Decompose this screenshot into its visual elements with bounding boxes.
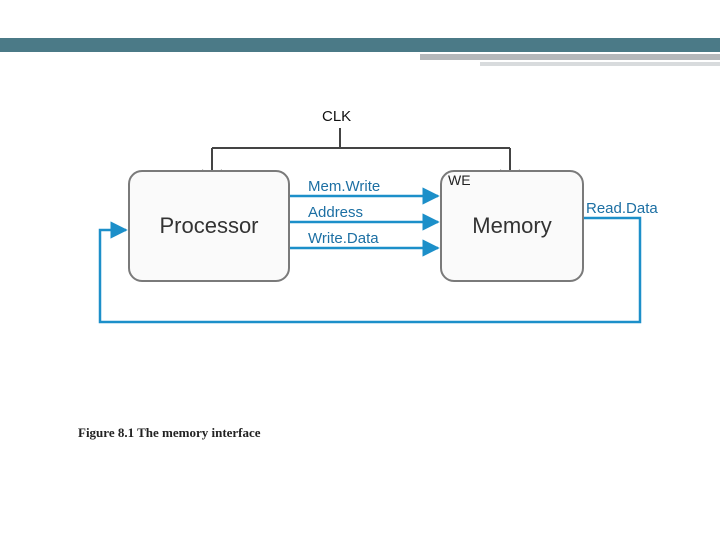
slide-top-bar xyxy=(0,38,720,52)
memory-block-label: Memory xyxy=(472,213,551,239)
slide-top-sub-bar-2 xyxy=(480,62,720,66)
slide-top-sub-bar xyxy=(420,54,720,60)
address-signal-label: Address xyxy=(308,204,363,221)
writedata-signal-label: Write.Data xyxy=(308,230,379,247)
memwrite-signal-label: Mem.Write xyxy=(308,178,380,195)
readdata-signal-label: Read.Data xyxy=(586,200,658,217)
processor-block-label: Processor xyxy=(159,213,258,239)
processor-block: Processor xyxy=(128,170,290,282)
memory-interface-diagram: CLK Processor Memory WE Mem.Write Addres… xyxy=(70,100,650,340)
we-label: WE xyxy=(448,172,471,188)
clk-label: CLK xyxy=(322,108,351,125)
figure-caption: Figure 8.1 The memory interface xyxy=(78,425,261,441)
